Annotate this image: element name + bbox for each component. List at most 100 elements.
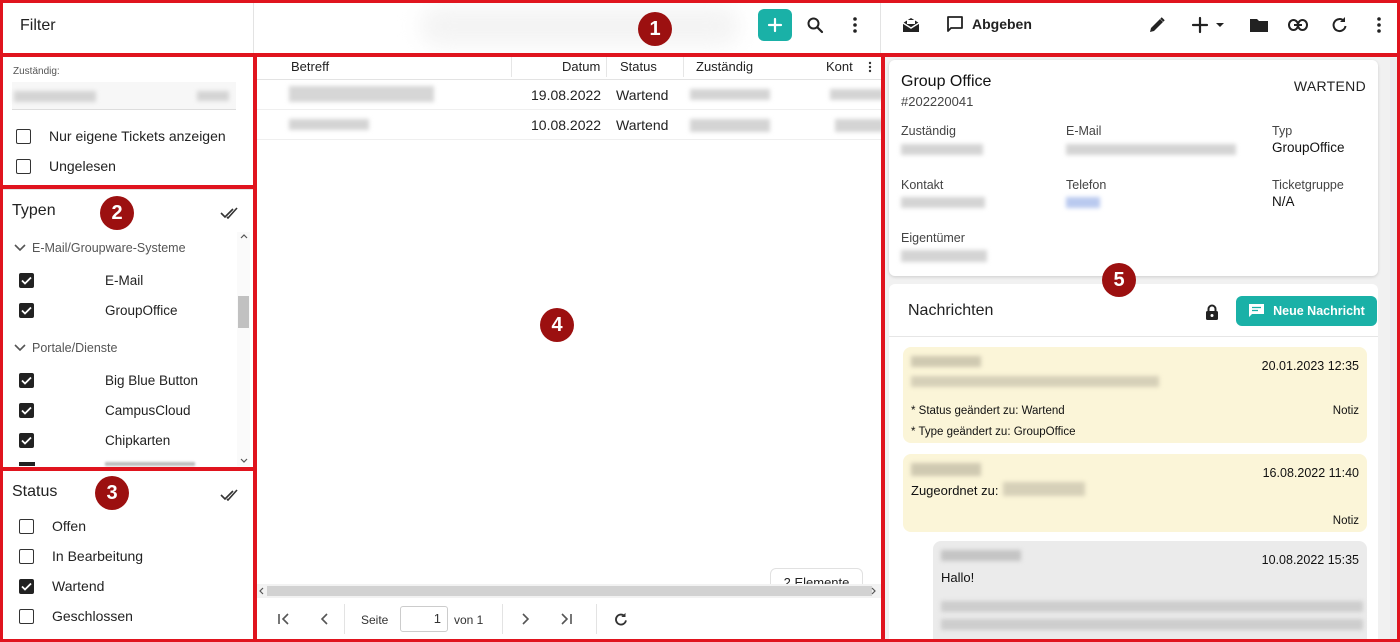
- redacted-kontakt: [835, 119, 884, 132]
- type-group-portale[interactable]: Portale/Dienste: [14, 341, 117, 355]
- edit-button[interactable]: [1146, 14, 1168, 36]
- message-time: 20.01.2023 12:35: [1261, 359, 1359, 373]
- cell-datum: 19.08.2022: [531, 87, 602, 103]
- link-button[interactable]: [1287, 14, 1309, 36]
- mail-open-icon: [902, 18, 920, 32]
- cell-datum: 10.08.2022: [531, 117, 602, 133]
- redacted-value: [901, 197, 985, 208]
- field-label-typ: Typ: [1272, 124, 1293, 138]
- ticket-more-button[interactable]: [1370, 14, 1388, 36]
- column-menu-icon[interactable]: [868, 61, 872, 73]
- checkbox[interactable]: [19, 273, 34, 288]
- abgeben-button[interactable]: Abgeben: [946, 15, 1032, 33]
- more-menu-button[interactable]: [845, 14, 865, 36]
- lock-icon[interactable]: [1205, 304, 1219, 321]
- message-time: 10.08.2022 15:35: [1261, 553, 1359, 567]
- redacted-zustaendig: [690, 119, 770, 132]
- typen-scrollbar-thumb[interactable]: [238, 296, 249, 328]
- ticket-status-badge: WARTEND: [1293, 78, 1366, 94]
- status-item-label: In Bearbeitung: [52, 548, 144, 564]
- search-button[interactable]: [804, 14, 826, 36]
- messages-title: Nachrichten: [908, 302, 994, 319]
- message-note: 16.08.2022 11:40 Zugeordnet zu: Notiz: [903, 454, 1367, 532]
- messages-divider: [889, 336, 1378, 337]
- seite-label: Seite: [361, 613, 389, 627]
- status-item-offen[interactable]: Offen: [19, 518, 86, 534]
- checkbox[interactable]: [19, 578, 34, 594]
- next-page-icon[interactable]: [521, 613, 531, 625]
- chevron-down-icon: [14, 344, 26, 352]
- detail-scrollbar[interactable]: [1390, 58, 1398, 642]
- checkbox[interactable]: [19, 433, 34, 448]
- status-title: Status: [12, 483, 58, 500]
- last-page-icon[interactable]: [559, 613, 573, 625]
- checkbox[interactable]: [19, 518, 34, 534]
- toolbar-divider: [253, 0, 254, 54]
- hscrollbar-thumb[interactable]: [267, 586, 872, 596]
- redacted-value: [901, 250, 987, 262]
- checkbox[interactable]: [19, 373, 34, 388]
- redacted-phone-link[interactable]: [1066, 197, 1100, 208]
- add-dropdown-button[interactable]: [1190, 14, 1228, 36]
- scroll-left-icon[interactable]: [258, 587, 264, 595]
- status-item-label: Offen: [52, 518, 86, 534]
- move-folder-button[interactable]: [1248, 14, 1270, 36]
- redacted-text: [911, 376, 1159, 387]
- message-icon: [1249, 304, 1265, 317]
- filter-option-own-tickets[interactable]: Nur eigene Tickets anzeigen: [16, 128, 226, 144]
- filter-option-unread[interactable]: Ungelesen: [16, 158, 116, 174]
- toolbar-divider: [880, 0, 881, 54]
- scroll-down-icon[interactable]: [240, 458, 248, 463]
- page-number-input[interactable]: 1: [400, 606, 448, 632]
- checkbox[interactable]: [19, 303, 34, 318]
- mark-read-button[interactable]: [900, 14, 922, 36]
- status-item-geschlossen[interactable]: Geschlossen: [19, 608, 133, 624]
- more-vert-icon: [853, 17, 857, 33]
- select-all-typen-button[interactable]: [220, 206, 242, 220]
- redacted-author: [911, 356, 981, 367]
- typen-scrollbar[interactable]: [237, 232, 250, 466]
- table-row[interactable]: 10.08.2022 Wartend: [257, 110, 884, 140]
- status-item-wartend[interactable]: Wartend: [19, 578, 104, 594]
- type-item-label: Big Blue Button: [105, 373, 199, 388]
- prev-page-icon[interactable]: [319, 613, 329, 625]
- type-item-chipkarten[interactable]: Chipkarten: [19, 433, 170, 448]
- refresh-icon[interactable]: [613, 612, 628, 627]
- checkbox[interactable]: [19, 403, 34, 418]
- select-all-status-button[interactable]: [220, 488, 242, 502]
- column-header-kontakt[interactable]: Kont: [826, 59, 853, 74]
- type-item-groupoffice[interactable]: GroupOffice: [19, 303, 178, 318]
- type-item-email[interactable]: E-Mail: [19, 273, 143, 288]
- add-ticket-button[interactable]: [758, 9, 792, 41]
- type-item-label: GroupOffice: [105, 303, 178, 318]
- message-line: Hallo!: [941, 570, 975, 585]
- redacted-value: [901, 144, 983, 155]
- checkbox[interactable]: [19, 608, 34, 624]
- scroll-right-icon[interactable]: [871, 587, 877, 595]
- type-item-campuscloud[interactable]: CampusCloud: [19, 403, 191, 418]
- new-message-button[interactable]: Neue Nachricht: [1236, 296, 1377, 326]
- redacted-text: [941, 601, 1363, 612]
- checkbox[interactable]: [19, 548, 34, 564]
- status-item-in-bearbeitung[interactable]: In Bearbeitung: [19, 548, 143, 564]
- message-tag: Notiz: [1332, 515, 1359, 527]
- scroll-up-icon[interactable]: [240, 234, 248, 239]
- checkbox[interactable]: [16, 128, 31, 144]
- filter-title: Filter: [20, 17, 56, 34]
- first-page-icon[interactable]: [277, 613, 291, 625]
- annotation-marker-4: 4: [540, 308, 574, 342]
- column-header-zustaendig[interactable]: Zuständig: [696, 59, 753, 74]
- checkbox[interactable]: [16, 158, 31, 174]
- type-group-email[interactable]: E-Mail/Groupware-Systeme: [14, 241, 186, 255]
- column-header-datum[interactable]: Datum: [562, 59, 600, 74]
- column-header-betreff[interactable]: Betreff: [291, 59, 329, 74]
- table-row[interactable]: 19.08.2022 Wartend: [257, 80, 884, 110]
- refresh-button[interactable]: [1328, 14, 1350, 36]
- type-item-bbb[interactable]: Big Blue Button: [19, 373, 198, 388]
- type-group-label: E-Mail/Groupware-Systeme: [32, 241, 186, 255]
- table-hscrollbar[interactable]: [257, 584, 884, 598]
- pager-divider: [502, 604, 503, 634]
- column-header-status[interactable]: Status: [620, 59, 657, 74]
- add-dropdown-icon: [1191, 16, 1224, 34]
- field-value-typ: GroupOffice: [1272, 140, 1345, 155]
